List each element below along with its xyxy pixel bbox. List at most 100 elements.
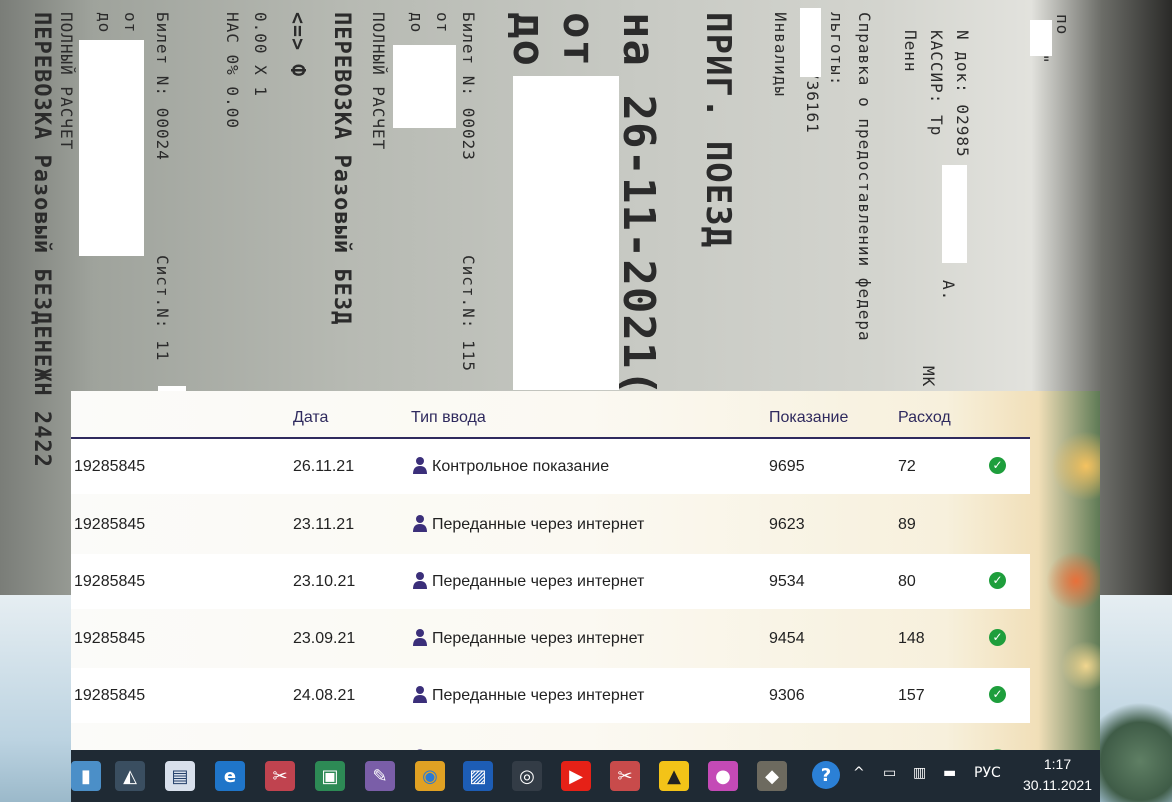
table-row[interactable]: 19285845 26.11.21 Контрольное показание … [71, 439, 1030, 494]
person-icon [413, 629, 427, 646]
receipt-line: Пенн [901, 30, 920, 73]
background-bokeh [1061, 641, 1100, 691]
meter-number: 19285845 [74, 573, 146, 590]
paint-icon[interactable]: ✎ [365, 761, 395, 791]
receipt-line: Сист.N: 11 [153, 255, 172, 362]
person-icon [413, 686, 427, 703]
taskbar: ▮ ◭ ▤ e ✂ ▣ ✎ ◉ ▨ ◎ ▶ ✂ ▲ ● ◆ ? ^ ▭ ▥ ▬ … [71, 750, 1100, 802]
receipt-line: от [433, 12, 452, 34]
wallpaper-tree [1092, 700, 1172, 802]
gimp-icon[interactable]: ◆ [757, 761, 787, 791]
receipt-line: 0.00 Х 1 [251, 12, 270, 98]
chrome-icon[interactable]: ◉ [415, 761, 445, 791]
receipt-line: ПЕРЕВОЗКА Разовый БЕЗДЕНЕЖН 2422 [29, 12, 54, 468]
table-row[interactable]: 19285845 23.10.21 Переданные через интер… [71, 554, 1030, 609]
consumption-value: 157 [898, 687, 925, 704]
column-header-date[interactable]: Дата [293, 409, 328, 427]
meter-number: 19285845 [74, 630, 146, 647]
clock-date: 30.11.2021 [1022, 777, 1092, 793]
chevron-up-icon[interactable]: ^ [853, 765, 865, 781]
receipt-line: от [121, 12, 140, 34]
check-icon: ✓ [989, 572, 1006, 589]
table-row[interactable]: 19285845 23.09.21 Переданные через интер… [71, 611, 1030, 666]
reading-value: 9623 [769, 516, 805, 533]
receipt-line: N док: 02985 [953, 30, 972, 158]
receipt-line: ПРИГ. ПОЕЗД [698, 12, 738, 249]
meter-number: 19285845 [74, 687, 146, 704]
receipt-line: от [553, 12, 604, 67]
background-bokeh [1046, 551, 1100, 611]
reading-date: 23.10.21 [293, 573, 356, 590]
receipt-line: ПОЛНЫЙ РАСЧЕТ [369, 12, 388, 151]
system-clock[interactable]: 1:17 30.11.2021 [1023, 754, 1092, 796]
receipt-line: льготы: [827, 12, 846, 87]
check-icon: ✓ [989, 629, 1006, 646]
drop-icon[interactable]: ● [708, 761, 738, 791]
receipt-line: МК [919, 366, 938, 388]
alert-icon[interactable]: ▲ [659, 761, 689, 791]
check-icon: ✓ [989, 457, 1006, 474]
column-header-consumption[interactable]: Расход [898, 409, 951, 427]
consumption-value: 80 [898, 573, 916, 590]
redaction-box [513, 76, 619, 390]
receipt-line: НАС 0% 0.00 [223, 12, 242, 129]
media-player-icon[interactable]: ▣ [315, 761, 345, 791]
person-icon [413, 515, 427, 532]
table-row[interactable]: 19285845 23.11.21 Переданные через интер… [71, 497, 1030, 552]
reading-date: 24.08.21 [293, 687, 356, 704]
table-row[interactable]: 19285845 24.08.21 Переданные через интер… [71, 668, 1030, 723]
input-type: Переданные через интернет [432, 516, 645, 533]
background-bokeh [1051, 431, 1100, 501]
reading-date: 26.11.21 [293, 458, 355, 475]
receipt-line: А. [939, 280, 958, 302]
redaction-box [942, 165, 967, 263]
paint-3d-icon[interactable]: ◭ [115, 761, 145, 791]
input-type: Переданные через интернет [432, 573, 645, 590]
receipt-line: до [95, 12, 114, 34]
network-icon[interactable]: ▥ [913, 765, 926, 781]
snipping-tool-icon[interactable]: ✂ [265, 761, 295, 791]
receipt-line: до [407, 12, 426, 34]
reading-date: 23.09.21 [293, 630, 356, 647]
notepad-icon[interactable]: ▤ [165, 761, 195, 791]
redaction-box [800, 8, 821, 77]
camera-icon[interactable]: ◎ [512, 761, 542, 791]
meet-now-icon[interactable]: ▭ [883, 765, 896, 781]
consumption-value: 72 [898, 458, 916, 475]
help-icon[interactable]: ? [812, 761, 840, 789]
reading-date: 23.11.21 [293, 516, 355, 533]
language-indicator[interactable]: РУС [974, 765, 1001, 781]
photos-icon[interactable]: ▨ [463, 761, 493, 791]
receipt-line: ПОЛНЫЙ РАСЧЕТ [57, 12, 76, 151]
meter-readings-panel: Дата Тип ввода Показание Расход 19285845… [71, 391, 1100, 750]
receipt-line: КАССИР: Тр [927, 30, 946, 137]
person-icon [413, 572, 427, 589]
receipt-line: по [1053, 14, 1072, 36]
redaction-box [79, 40, 144, 256]
battery-icon[interactable]: ▬ [943, 765, 956, 781]
file-explorer-icon[interactable]: ▮ [71, 761, 101, 791]
receipt-line: ПЕРЕВОЗКА Разовый БЕЗД [329, 12, 354, 326]
youtube-icon[interactable]: ▶ [561, 761, 591, 791]
person-icon [413, 457, 427, 474]
input-type: Переданные через интернет [432, 630, 645, 647]
input-type: Переданные через интернет [432, 687, 645, 704]
table-header: Дата Тип ввода Показание Расход [71, 391, 1030, 439]
redaction-box [393, 45, 456, 128]
meter-number: 19285845 [74, 516, 146, 533]
column-header-input-type[interactable]: Тип ввода [411, 409, 486, 427]
receipt-line: Билет N: 00023 [459, 12, 478, 161]
reading-value: 9534 [769, 573, 805, 590]
receipt-line: 736161 [803, 70, 822, 134]
scissors-icon[interactable]: ✂ [610, 761, 640, 791]
meter-number: 19285845 [74, 458, 146, 475]
table-row-partial: ✓ [71, 731, 1030, 750]
clock-time: 1:17 [1043, 756, 1072, 772]
internet-explorer-icon[interactable]: e [215, 761, 245, 791]
receipt-line: <=> Ф [286, 12, 310, 78]
column-header-reading[interactable]: Показание [769, 409, 848, 427]
input-type: Контрольное показание [432, 458, 610, 475]
reading-value: 9695 [769, 458, 805, 475]
consumption-value: 148 [898, 630, 925, 647]
receipt-line: до [503, 12, 554, 67]
